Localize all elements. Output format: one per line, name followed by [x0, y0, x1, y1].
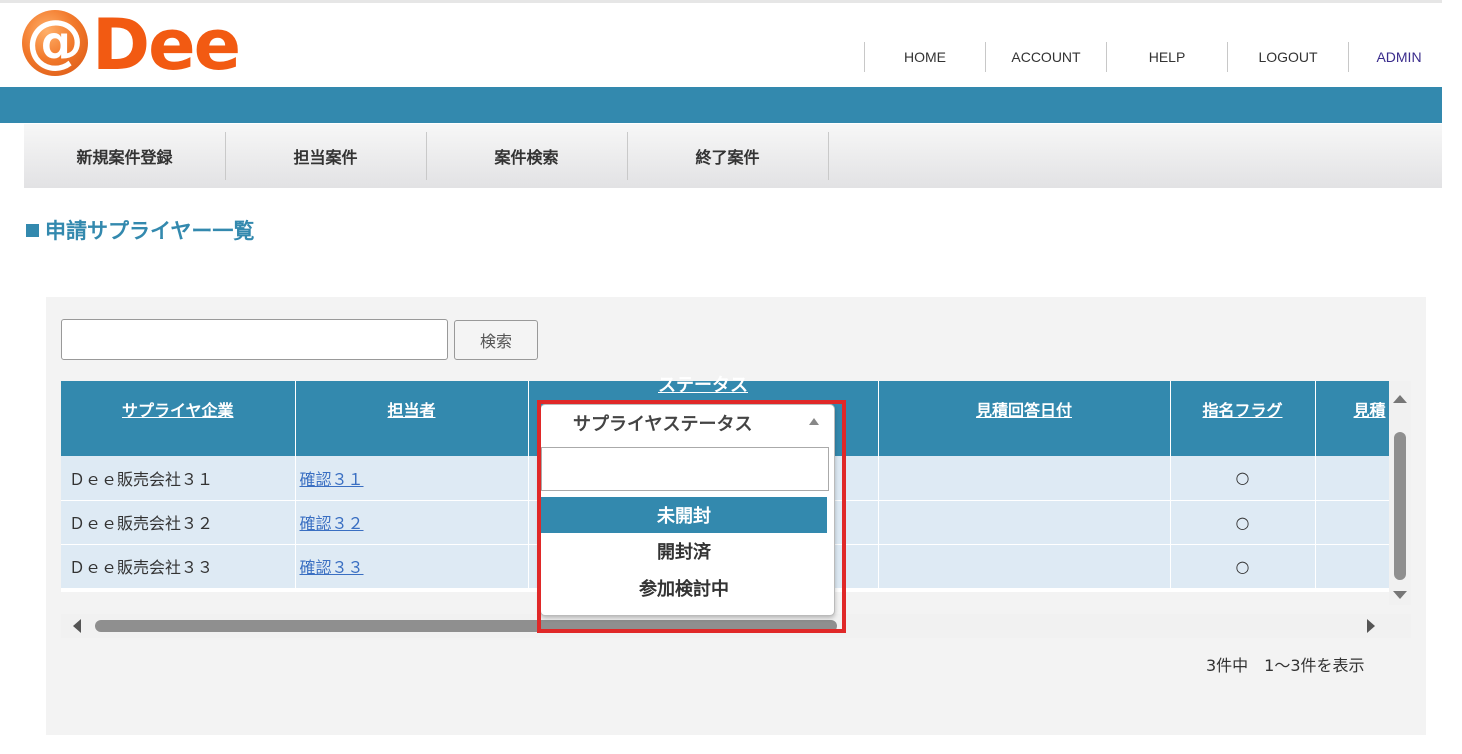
status-header-label: ステータス	[658, 375, 748, 396]
column-header-supplier[interactable]: サプライヤ企業	[61, 381, 296, 456]
search-button[interactable]: 検索	[454, 320, 538, 360]
scroll-up-icon[interactable]	[1393, 395, 1407, 403]
logo-at-mark: @	[22, 10, 88, 76]
top-navigation: HOME ACCOUNT HELP LOGOUT ADMIN	[864, 42, 1449, 72]
nav-logout[interactable]: LOGOUT	[1227, 42, 1348, 72]
search-input[interactable]	[61, 319, 448, 360]
column-header-contact[interactable]: 担当者	[295, 381, 529, 456]
column-header-quote[interactable]: 見積	[1315, 381, 1389, 456]
scroll-right-icon[interactable]	[1367, 619, 1375, 633]
cell-contact-link[interactable]: 確認３２	[295, 500, 529, 545]
column-header-nomination-flag[interactable]: 指名フラグ	[1170, 381, 1316, 456]
cell-flag: ○	[1170, 500, 1316, 545]
logo[interactable]: @ Dee	[22, 4, 241, 86]
nav-home[interactable]: HOME	[864, 42, 985, 72]
menu-new-project[interactable]: 新規案件登録	[24, 132, 226, 180]
square-icon	[26, 224, 39, 237]
nav-help[interactable]: HELP	[1106, 42, 1227, 72]
cell-quote-date	[878, 456, 1171, 501]
nav-account[interactable]: ACCOUNT	[985, 42, 1106, 72]
cell-quote	[1315, 500, 1389, 545]
menu-closed-projects[interactable]: 終了案件	[627, 132, 829, 180]
nav-admin[interactable]: ADMIN	[1348, 42, 1449, 72]
scroll-down-icon[interactable]	[1393, 591, 1407, 599]
cell-company: Ｄｅｅ販売会社３１	[61, 456, 296, 501]
top-border	[0, 0, 1442, 3]
cell-company: Ｄｅｅ販売会社３３	[61, 544, 296, 589]
vertical-scrollbar[interactable]	[1389, 381, 1411, 605]
pager-info: 3件中 1～3件を表示	[1206, 656, 1365, 675]
cell-company: Ｄｅｅ販売会社３２	[61, 500, 296, 545]
highlight-box	[537, 400, 846, 633]
cell-quote-date	[878, 500, 1171, 545]
page-title-text: 申請サプライヤー一覧	[45, 219, 255, 243]
cell-quote	[1315, 456, 1389, 501]
cell-flag: ○	[1170, 456, 1316, 501]
cell-contact-link[interactable]: 確認３１	[295, 456, 529, 501]
cell-quote	[1315, 544, 1389, 589]
scroll-left-icon[interactable]	[73, 619, 81, 633]
cell-flag: ○	[1170, 544, 1316, 589]
cell-quote-date	[878, 544, 1171, 589]
main-menu: 新規案件登録 担当案件 案件検索 終了案件	[24, 124, 1442, 188]
menu-assigned-projects[interactable]: 担当案件	[225, 132, 427, 180]
column-header-quote-date[interactable]: 見積回答日付	[878, 381, 1171, 456]
header-bar	[0, 87, 1442, 123]
cell-contact-link[interactable]: 確認３３	[295, 544, 529, 589]
vertical-scroll-thumb[interactable]	[1394, 432, 1406, 580]
page-title: 申請サプライヤー一覧	[26, 215, 254, 245]
logo-text: Dee	[92, 4, 241, 86]
menu-project-search[interactable]: 案件検索	[426, 132, 628, 180]
